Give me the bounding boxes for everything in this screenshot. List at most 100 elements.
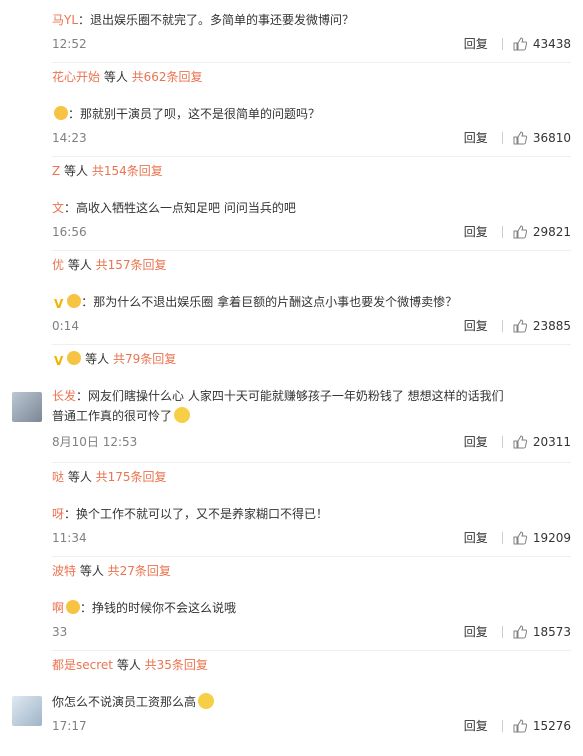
reply-count[interactable]: 共662条回复 bbox=[132, 70, 203, 84]
divider bbox=[52, 156, 571, 157]
emoji-icon bbox=[174, 407, 191, 423]
reply-button[interactable]: 回复 bbox=[464, 529, 488, 547]
comment-actions: 回复 29821 bbox=[464, 223, 571, 241]
thumbs-up-icon[interactable] bbox=[513, 435, 527, 449]
comment-content: 你怎么不说演员工资那么高 bbox=[52, 692, 573, 712]
reply-summary[interactable]: 都是secret 等人 共35条回复 bbox=[52, 656, 208, 674]
comment-author[interactable]: 啊 bbox=[52, 601, 64, 615]
comment-content: 长发：网友们瞎操什么心 人家四十天可能就赚够孩子一年奶粉钱了 想想这样的话我们 … bbox=[52, 386, 573, 426]
thumbs-up-icon[interactable] bbox=[513, 225, 527, 239]
reply-count[interactable]: 共35条回复 bbox=[145, 658, 208, 672]
comment-text: 你怎么不说演员工资那么高 bbox=[52, 695, 197, 709]
verified-v-icon: V bbox=[54, 354, 64, 368]
comment-meta: 0:14 回复 23885 bbox=[52, 317, 571, 335]
reply-count[interactable]: 共154条回复 bbox=[92, 164, 163, 178]
reply-count[interactable]: 共157条回复 bbox=[96, 258, 167, 272]
thumbs-up-icon[interactable] bbox=[513, 131, 527, 145]
reply-mid: 等人 bbox=[64, 470, 96, 484]
reply-button[interactable]: 回复 bbox=[464, 223, 488, 241]
comment-content: 呀：换个工作不就可以了，又不是养家糊口不得已！ bbox=[52, 504, 573, 524]
avatar[interactable] bbox=[12, 696, 42, 726]
comment-content: 啊 ：挣钱的时候你不会这么说哦 bbox=[52, 598, 573, 618]
comment-actions: 回复 19209 bbox=[464, 529, 571, 547]
badge-icon bbox=[66, 600, 81, 614]
badge-icon bbox=[67, 294, 82, 308]
comment-content: V ：那为什么不退出娱乐圈 拿着巨额的片酬这点小事也要发个微博卖惨？ bbox=[52, 292, 573, 314]
reply-count[interactable]: 共175条回复 bbox=[96, 470, 167, 484]
comment-text: ：那就别干演员了呗，这不是很简单的问题吗？ bbox=[68, 107, 321, 121]
comment-time: 0:14 bbox=[52, 319, 79, 333]
action-divider bbox=[501, 132, 503, 144]
comment-text: ：网友们瞎操什么心 人家四十天可能就赚够孩子一年奶粉钱了 想想这样的话我们 bbox=[76, 389, 504, 403]
reply-summary[interactable]: 哒 等人 共175条回复 bbox=[52, 468, 167, 486]
reply-user[interactable]: 花心开始 bbox=[52, 70, 100, 84]
reply-count[interactable]: 共79条回复 bbox=[113, 352, 176, 366]
action-divider bbox=[501, 320, 503, 332]
like-count: 15276 bbox=[532, 719, 571, 733]
comment-actions: 回复 36810 bbox=[464, 129, 571, 147]
comment-text: ：那为什么不退出娱乐圈 拿着巨额的片酬这点小事也要发个微博卖惨？ bbox=[81, 295, 458, 309]
reply-mid: 等人 bbox=[81, 352, 113, 366]
reply-mid: 等人 bbox=[60, 164, 92, 178]
reply-mid: 等人 bbox=[100, 70, 132, 84]
comment-actions: 回复 43438 bbox=[464, 35, 571, 53]
like-count: 18573 bbox=[532, 625, 571, 639]
comment-actions: 回复 18573 bbox=[464, 623, 571, 641]
reply-summary[interactable]: V 等人 共79条回复 bbox=[52, 350, 176, 368]
comment-text: ：退出娱乐圈不就完了。多简单的事还要发微博问？ bbox=[78, 13, 355, 27]
comment-author[interactable]: 文 bbox=[52, 201, 64, 215]
comment-time: 16:56 bbox=[52, 225, 87, 239]
comment-text: ：高收入牺牲这么一点知足吧 问问当兵的吧 bbox=[64, 201, 296, 215]
reply-mid: 等人 bbox=[64, 258, 96, 272]
comment-content: 马YL：退出娱乐圈不就完了。多简单的事还要发微博问？ bbox=[52, 10, 573, 30]
reply-summary[interactable]: 花心开始 等人 共662条回复 bbox=[52, 68, 203, 86]
comment-author[interactable]: 呀 bbox=[52, 507, 64, 521]
like-count: 20311 bbox=[532, 435, 571, 449]
reply-button[interactable]: 回复 bbox=[464, 129, 488, 147]
action-divider bbox=[501, 226, 503, 238]
reply-user[interactable]: 优 bbox=[52, 258, 64, 272]
thumbs-up-icon[interactable] bbox=[513, 719, 527, 733]
like-count: 19209 bbox=[532, 531, 571, 545]
thumbs-up-icon[interactable] bbox=[513, 37, 527, 51]
emoji-icon bbox=[198, 693, 215, 709]
comment-meta: 11:34 回复 19209 bbox=[52, 529, 571, 547]
reply-user[interactable]: Z bbox=[52, 164, 60, 178]
like-count: 23885 bbox=[532, 319, 571, 333]
reply-user[interactable]: 都是secret bbox=[52, 658, 113, 672]
comment-time: 17:17 bbox=[52, 719, 87, 733]
comment-text: ：换个工作不就可以了，又不是养家糊口不得已！ bbox=[64, 507, 329, 521]
thumbs-up-icon[interactable] bbox=[513, 625, 527, 639]
thumbs-up-icon[interactable] bbox=[513, 531, 527, 545]
comment-meta: 16:56 回复 29821 bbox=[52, 223, 571, 241]
comment-author[interactable]: 马YL bbox=[52, 13, 78, 27]
comment-author[interactable]: 长发 bbox=[52, 389, 76, 403]
comment-actions: 回复 23885 bbox=[464, 317, 571, 335]
reply-count[interactable]: 共27条回复 bbox=[108, 564, 171, 578]
reply-summary[interactable]: 优 等人 共157条回复 bbox=[52, 256, 167, 274]
divider bbox=[52, 344, 571, 345]
reply-user[interactable]: 哒 bbox=[52, 470, 64, 484]
divider bbox=[52, 650, 571, 651]
thumbs-up-icon[interactable] bbox=[513, 319, 527, 333]
avatar[interactable] bbox=[12, 392, 42, 422]
comment-meta: 14:23 回复 36810 bbox=[52, 129, 571, 147]
badge-icon bbox=[54, 106, 68, 120]
reply-button[interactable]: 回复 bbox=[464, 433, 488, 451]
like-count: 36810 bbox=[532, 131, 571, 145]
reply-button[interactable]: 回复 bbox=[464, 717, 488, 735]
reply-user[interactable]: 波特 bbox=[52, 564, 76, 578]
like-count: 43438 bbox=[532, 37, 571, 51]
reply-summary[interactable]: Z 等人 共154条回复 bbox=[52, 162, 163, 180]
reply-mid: 等人 bbox=[113, 658, 145, 672]
comment-time: 14:23 bbox=[52, 131, 87, 145]
action-divider bbox=[501, 532, 503, 544]
comment-actions: 回复 15276 bbox=[464, 717, 571, 735]
comment-time: 11:34 bbox=[52, 531, 87, 545]
reply-button[interactable]: 回复 bbox=[464, 623, 488, 641]
divider bbox=[52, 62, 571, 63]
reply-summary[interactable]: 波特 等人 共27条回复 bbox=[52, 562, 171, 580]
comment-meta: 33 回复 18573 bbox=[52, 623, 571, 641]
reply-button[interactable]: 回复 bbox=[464, 317, 488, 335]
reply-button[interactable]: 回复 bbox=[464, 35, 488, 53]
